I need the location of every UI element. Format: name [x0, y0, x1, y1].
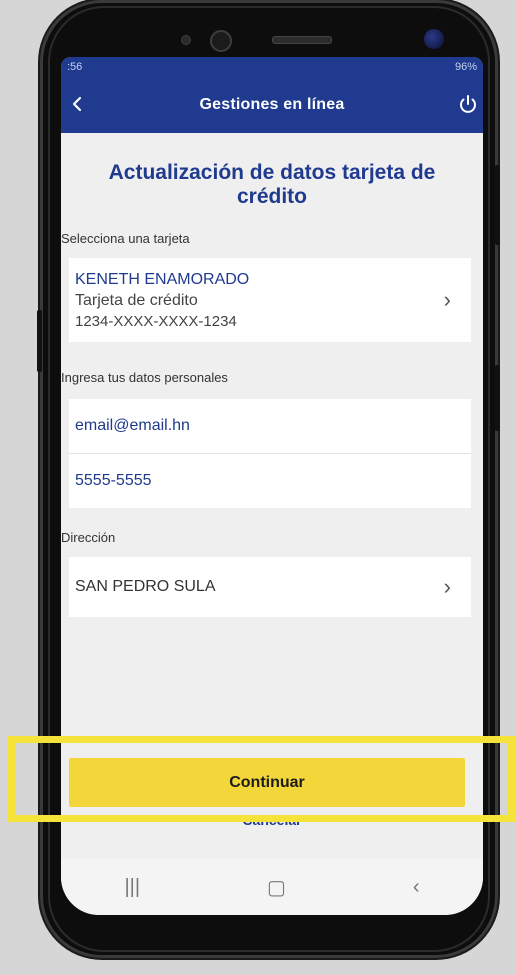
- address-selector[interactable]: SAN PEDRO SULA ›: [69, 557, 471, 617]
- chevron-right-icon: ›: [443, 574, 451, 599]
- back-nav-icon[interactable]: ‹: [413, 876, 420, 899]
- card-selector[interactable]: KENETH ENAMORADO Tarjeta de crédito 1234…: [69, 258, 471, 342]
- highlight-box: [8, 736, 515, 822]
- card-holder-name: KENETH ENAMORADO: [75, 270, 250, 288]
- status-right: 96%: [454, 61, 477, 73]
- status-bar: :56 96%: [61, 57, 483, 77]
- card-number: 1234-XXXX-XXXX-1234: [75, 312, 237, 330]
- earpiece-speaker: [272, 36, 332, 44]
- address-city: SAN PEDRO SULA: [75, 578, 216, 595]
- card-type: Tarjeta de crédito: [75, 291, 198, 309]
- back-arrow-icon[interactable]: [65, 91, 91, 117]
- email-field[interactable]: email@email.hn: [69, 399, 471, 454]
- personal-data-card: email@email.hn 5555-5555: [69, 399, 471, 508]
- home-icon[interactable]: ▢: [267, 875, 286, 900]
- page-title: Actualización de datos tarjeta de crédit…: [108, 161, 436, 208]
- power-icon[interactable]: [455, 91, 481, 117]
- app-bar-title: Gestiones en línea: [199, 96, 345, 113]
- app-bar: Gestiones en línea: [61, 77, 483, 133]
- android-nav-bar: ||| ▢ ‹: [61, 859, 483, 915]
- address-label: Dirección: [61, 530, 116, 545]
- proximity-sensor: [181, 35, 191, 45]
- personal-data-label: Ingresa tus datos personales: [61, 370, 228, 385]
- sensor: [210, 30, 232, 52]
- card-info: KENETH ENAMORADO Tarjeta de crédito 1234…: [69, 269, 249, 332]
- power-button: [495, 365, 500, 431]
- recents-icon[interactable]: |||: [124, 876, 140, 899]
- select-card-label: Selecciona una tarjeta: [61, 231, 190, 246]
- bixby-button: [37, 310, 42, 372]
- volume-button: [495, 165, 500, 245]
- front-camera: [424, 29, 444, 49]
- status-left: :56: [67, 61, 83, 73]
- chevron-right-icon: ›: [443, 287, 451, 312]
- phone-field[interactable]: 5555-5555: [69, 454, 471, 508]
